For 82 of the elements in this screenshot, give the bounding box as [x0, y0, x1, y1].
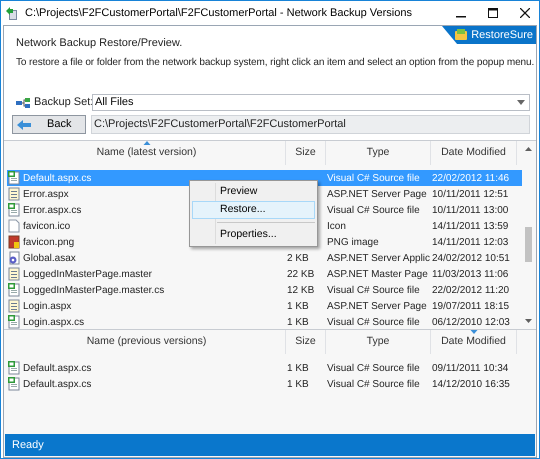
file-date: 14/11/2011 13:59	[432, 220, 508, 232]
backup-set-label: Backup Set:	[34, 95, 92, 110]
file-name: Error.aspx.cs	[23, 204, 82, 218]
back-arrow-icon	[17, 120, 31, 130]
column-header[interactable]: Date Modified	[431, 330, 517, 354]
maximize-icon[interactable]	[488, 8, 498, 18]
dropdown-arrow-icon	[517, 100, 525, 105]
file-date: 10/11/2011 13:00	[432, 204, 508, 216]
file-type: Visual C# Source file	[327, 284, 420, 296]
file-name: favicon.png	[23, 236, 74, 250]
file-type: ASP.NET Server Page	[327, 300, 427, 312]
page-file-icon	[8, 267, 20, 281]
column-header[interactable]: Size	[286, 330, 326, 354]
code-file-icon	[8, 171, 20, 185]
file-name: LoggedInMasterPage.master.cs	[23, 284, 164, 298]
file-name: LoggedInMasterPage.master	[23, 268, 152, 282]
file-name: Default.aspx.cs	[23, 378, 92, 392]
file-name: Default.aspx.cs	[23, 172, 92, 186]
folder-icon	[455, 29, 468, 41]
column-header[interactable]: Date Modified	[431, 141, 517, 165]
file-type: Visual C# Source file	[327, 378, 420, 390]
app-icon	[6, 6, 18, 20]
brand-badge: RestoreSure	[442, 26, 536, 44]
network-icon	[16, 98, 30, 108]
back-button[interactable]: Back	[12, 115, 86, 134]
file-size: 1 KB	[287, 316, 309, 328]
menu-item[interactable]: Preview	[192, 183, 315, 201]
backup-set-dropdown[interactable]: All Files	[92, 94, 530, 111]
file-name: Default.aspx.cs	[23, 362, 92, 376]
file-date: 06/12/2010 12:03	[432, 316, 510, 328]
menu-item[interactable]: Properties...	[192, 226, 315, 244]
code-file-icon	[8, 315, 20, 329]
file-type: Visual C# Source file	[327, 362, 420, 374]
file-name: Login.aspx	[23, 300, 72, 314]
code-file-icon	[8, 203, 20, 217]
file-type: PNG image	[327, 236, 379, 248]
code-file-icon	[8, 283, 20, 297]
column-header[interactable]: Type	[326, 330, 431, 354]
code-file-icon	[8, 377, 20, 391]
heading: Network Backup Restore/Preview.	[16, 36, 182, 51]
column-header[interactable]: Type	[326, 141, 431, 165]
status-bar: Ready	[5, 434, 535, 456]
column-header[interactable]: Name (previous versions)	[8, 330, 286, 354]
column-header[interactable]: Size	[286, 141, 326, 165]
file-name: Error.aspx	[23, 188, 69, 202]
file-date: 14/12/2010 16:35	[432, 378, 510, 390]
file-type: ASP.NET Server Page	[327, 188, 427, 200]
file-size: 1 KB	[287, 378, 309, 390]
file-name: Global.asax	[23, 252, 76, 266]
sort-descending-icon	[470, 330, 477, 334]
file-type: ASP.NET Server Applic	[327, 252, 430, 264]
instructions: To restore a file or folder from the network backup system, right click an item and select an option from the popup menu.	[16, 56, 534, 70]
file-name: favicon.ico	[23, 220, 70, 234]
file-name: Login.aspx.cs	[23, 316, 84, 330]
file-type: Visual C# Source file	[327, 316, 420, 328]
file-type: Visual C# Source file	[327, 204, 420, 216]
file-size: 12 KB	[287, 284, 314, 296]
file-size: 1 KB	[287, 362, 309, 374]
column-header[interactable]: Name (latest version)	[8, 141, 286, 165]
file-size: 1 KB	[287, 300, 309, 312]
file-type: Icon	[327, 220, 346, 232]
image-file-icon	[8, 235, 20, 249]
file-date: 22/02/2012 11:46	[432, 172, 510, 184]
file-date: 09/11/2011 10:34	[432, 362, 508, 374]
blank-file-icon	[8, 219, 20, 233]
file-type: Visual C# Source file	[327, 172, 420, 184]
page-file-icon	[8, 187, 20, 201]
file-date: 14/11/2011 12:03	[432, 236, 508, 248]
menu-item[interactable]: Restore...	[192, 201, 315, 219]
file-date: 19/07/2011 18:15	[432, 300, 510, 312]
file-date: 11/03/2013 11:06	[432, 268, 508, 280]
window-title: C:\Projects\F2FCustomerPortal\F2FCustomerPortal - Network Backup Versions	[25, 6, 412, 21]
page-file-icon	[8, 299, 20, 313]
file-type: ASP.NET Master Page	[327, 268, 428, 280]
file-size: 2 KB	[287, 252, 309, 264]
file-date: 22/02/2012 11:20	[432, 284, 510, 296]
close-icon[interactable]	[520, 8, 530, 18]
path-field[interactable]: C:\Projects\F2FCustomerPortal\F2FCustomerPortal	[91, 115, 530, 134]
code-file-icon	[8, 361, 20, 375]
file-date: 10/11/2011 12:51	[432, 188, 508, 200]
file-size: 22 KB	[287, 268, 314, 280]
file-date: 24/02/2012 10:51	[432, 252, 510, 264]
